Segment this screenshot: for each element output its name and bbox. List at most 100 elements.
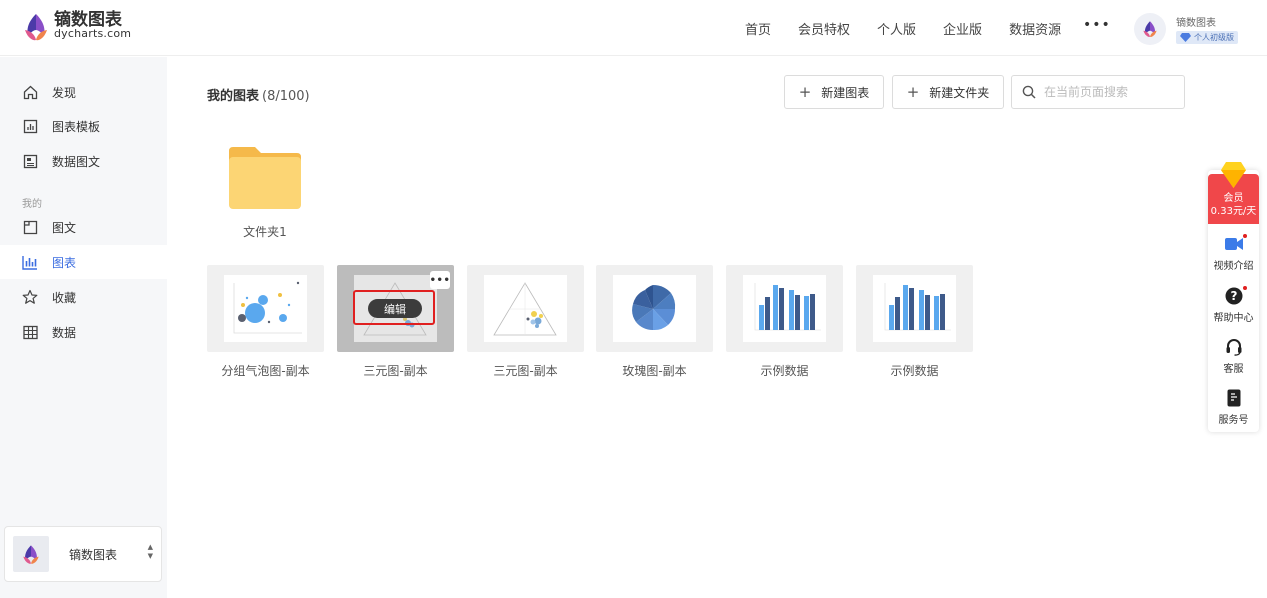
chart-card[interactable] [726, 265, 843, 352]
sidebar-item-label: 图表 [52, 255, 77, 270]
brand-name-en: dycharts.com [54, 27, 132, 40]
help-icon: ? [1225, 287, 1242, 305]
new-folder-label: 新建文件夹 [929, 85, 990, 100]
brand-logo[interactable]: 镝数图表 dycharts.com [22, 12, 131, 42]
avatar [1134, 13, 1166, 45]
float-item-label: 帮助中心 [1213, 313, 1254, 324]
bubble-chart-thumb-icon [233, 281, 302, 334]
vip-label: 会员 [1223, 193, 1244, 204]
nav-enterprise[interactable]: 企业版 [943, 19, 982, 38]
switch-arrows-icon[interactable]: ▲ ▼ [148, 543, 153, 561]
top-nav: 首页 会员特权 个人版 企业版 数据资源 [745, 19, 1088, 38]
folder-name: 文件夹1 [243, 225, 287, 239]
chart-thumbnail [873, 275, 956, 342]
chart-name: 玫瑰图-副本 [622, 364, 687, 378]
sidebar-item-favorites[interactable]: 收藏 [0, 280, 167, 314]
sidebar-item-label: 发现 [52, 85, 77, 100]
ternary-chart-thumb-icon [493, 282, 557, 336]
sidebar-item-data-articles[interactable]: 数据图文 [0, 144, 167, 178]
service-account-button[interactable]: 服务号 [1208, 388, 1259, 426]
vip-price: 0.33元/天 [1210, 206, 1257, 217]
service-account-icon [1227, 389, 1240, 407]
help-center-button[interactable]: ? 帮助中心 [1208, 286, 1259, 324]
sidebar-item-label: 图文 [52, 220, 77, 235]
team-switcher[interactable]: 镝数图表 ▲ ▼ [4, 526, 162, 582]
headset-icon [1226, 339, 1241, 356]
sidebar-item-data[interactable]: 数据 [0, 315, 167, 349]
svg-text:?: ? [1230, 289, 1237, 303]
user-name: 镝数图表 [1176, 18, 1216, 29]
chart-card-hovered[interactable]: ••• 编辑 [337, 265, 454, 352]
new-chart-button[interactable]: + 新建图表 [784, 75, 884, 109]
sidebar-item-label: 数据 [52, 325, 77, 340]
chart-thumbnail [224, 275, 307, 342]
star-icon [22, 289, 38, 305]
bar-chart-thumb-icon [884, 283, 951, 331]
video-intro-button[interactable]: 视频介绍 [1208, 234, 1259, 272]
top-header: 镝数图表 dycharts.com 首页 会员特权 个人版 企业版 数据资源 •… [0, 0, 1267, 56]
new-chart-label: 新建图表 [821, 85, 870, 100]
nav-more-icon[interactable]: ••• [1083, 17, 1111, 33]
sidebar-item-discover[interactable]: 发现 [0, 75, 167, 109]
edit-highlight-outline: 编辑 [353, 290, 435, 325]
chart-count: (8/100) [262, 89, 310, 104]
customer-service-button[interactable]: 客服 [1208, 337, 1259, 375]
nav-home[interactable]: 首页 [745, 19, 771, 38]
home-icon [22, 84, 38, 100]
new-folder-button[interactable]: + 新建文件夹 [892, 75, 1004, 109]
floating-toolbar: 会员 0.33元/天 视频介绍 ? 帮助中心 客服 服务号 [1208, 162, 1259, 432]
chart-card[interactable] [596, 265, 713, 352]
sidebar-item-my-charts[interactable]: 图表 [0, 245, 167, 279]
chart-template-icon [22, 118, 38, 134]
user-menu[interactable]: 镝数图表 个人初级版 [1134, 13, 1238, 45]
bar-chart-icon [22, 254, 38, 270]
gem-icon [1221, 162, 1246, 188]
search-icon [1022, 85, 1036, 99]
page-title-text: 我的图表 [207, 89, 260, 104]
nav-data-resources[interactable]: 数据资源 [1009, 19, 1061, 38]
chart-thumbnail [613, 275, 696, 342]
user-plan-label: 个人初级版 [1194, 33, 1234, 42]
plus-icon: + [798, 83, 812, 101]
vip-promo[interactable]: 会员 0.33元/天 [1208, 162, 1259, 224]
bar-chart-thumb-icon [754, 283, 821, 331]
chart-card[interactable] [467, 265, 584, 352]
chart-name: 三元图-副本 [363, 364, 428, 378]
chart-card[interactable] [856, 265, 973, 352]
more-options-button[interactable]: ••• [430, 271, 450, 289]
folder-item[interactable] [227, 145, 303, 211]
user-plan-badge: 个人初级版 [1176, 31, 1238, 44]
float-item-label: 客服 [1223, 364, 1244, 375]
chart-card[interactable] [207, 265, 324, 352]
search-input[interactable] [1044, 85, 1174, 99]
team-name: 镝数图表 [69, 547, 118, 562]
search-box [1011, 75, 1185, 109]
chart-name: 三元图-副本 [493, 364, 558, 378]
avatar-logo-icon [1143, 21, 1157, 37]
sidebar-section-mine: 我的 [22, 199, 42, 210]
chart-name: 示例数据 [890, 364, 939, 378]
float-item-label: 视频介绍 [1213, 261, 1254, 272]
sidebar-item-chart-templates[interactable]: 图表模板 [0, 109, 167, 143]
team-logo-icon [23, 544, 39, 564]
float-item-label: 服务号 [1218, 415, 1249, 426]
nav-personal[interactable]: 个人版 [877, 19, 916, 38]
notification-dot [1243, 234, 1247, 238]
nav-membership[interactable]: 会员特权 [798, 19, 850, 38]
sidebar: 发现 图表模板 数据图文 我的 图文 图表 收藏 数据 镝数图表 ▲ ▼ [0, 57, 167, 598]
sidebar-item-label: 收藏 [52, 290, 77, 305]
video-icon [1224, 238, 1243, 250]
edit-button[interactable]: 编辑 [368, 299, 422, 318]
chart-name: 分组气泡图-副本 [221, 364, 310, 378]
page-title: 我的图表 (8/100) [207, 85, 310, 104]
dycharts-logo-icon [25, 14, 47, 41]
sidebar-item-label: 图表模板 [52, 119, 101, 134]
sidebar-item-my-articles[interactable]: 图文 [0, 210, 167, 244]
chart-thumbnail [743, 275, 826, 342]
diamond-icon [1180, 33, 1191, 42]
brand-name-cn: 镝数图表 [54, 10, 122, 30]
article-icon [22, 219, 38, 235]
folder-icon [229, 147, 301, 209]
notification-dot [1243, 286, 1247, 290]
table-icon [22, 324, 38, 340]
